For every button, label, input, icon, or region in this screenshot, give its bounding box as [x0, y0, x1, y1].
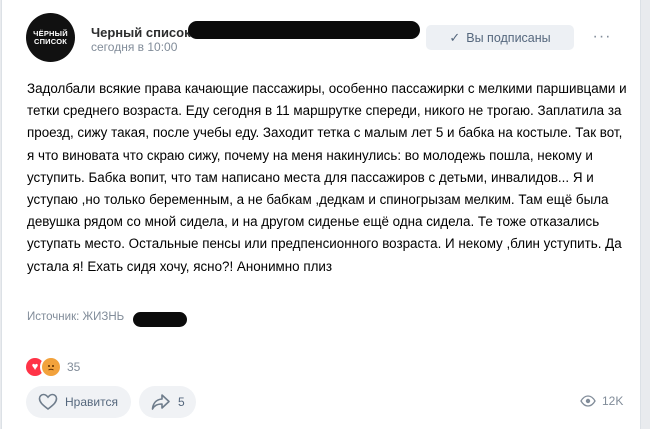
share-button[interactable]: 5 [139, 386, 196, 418]
like-button[interactable]: Нравится [26, 386, 131, 418]
post-card: ЧЁРНЫЙ СПИСОК Черный список сегодня в 10… [1, 0, 641, 429]
subscribed-button[interactable]: ✓ Вы подписаны [426, 25, 574, 50]
author-redaction [188, 21, 420, 39]
more-dots-icon: ··· [592, 28, 612, 45]
reactions-summary[interactable]: ♥ 35 [26, 356, 80, 378]
avatar[interactable]: ЧЁРНЫЙ СПИСОК [26, 13, 75, 62]
eye-icon [580, 395, 596, 407]
like-label: Нравится [65, 395, 118, 409]
subscribed-label: Вы подписаны [466, 30, 551, 45]
angry-emoji-icon [40, 356, 62, 378]
avatar-label: ЧЁРНЫЙ СПИСОК [33, 28, 68, 46]
views-counter: 12K [580, 394, 623, 408]
more-options-button[interactable]: ··· [590, 26, 614, 48]
share-arrow-icon [151, 394, 170, 410]
heart-outline-icon [38, 393, 58, 411]
reactions-count: 35 [67, 360, 81, 374]
views-count: 12K [602, 394, 624, 408]
check-icon: ✓ [449, 29, 461, 45]
post-source[interactable]: Источник: ЖИЗНЬ [27, 311, 124, 323]
share-count: 5 [178, 395, 185, 409]
post-text: Задолбали всякие права качающие пассажир… [27, 81, 627, 274]
post-date[interactable]: сегодня в 10:00 [91, 40, 177, 54]
author-name[interactable]: Черный список [91, 25, 191, 40]
source-redaction [133, 312, 187, 327]
